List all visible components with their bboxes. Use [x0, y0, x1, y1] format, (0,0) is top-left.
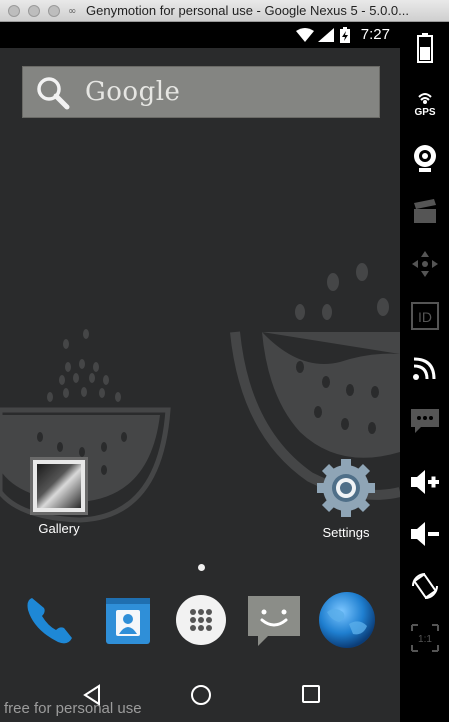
settings-gear-icon: [317, 459, 375, 517]
minimize-window-button[interactable]: [28, 5, 40, 17]
settings-app[interactable]: Settings: [300, 457, 392, 540]
home-icon[interactable]: [190, 684, 212, 706]
sms-icon: [410, 409, 439, 433]
app-drawer-icon: [176, 595, 226, 645]
id-tool[interactable]: ID: [400, 296, 449, 336]
gallery-app[interactable]: Gallery: [14, 457, 104, 536]
google-search-bar[interactable]: Google: [22, 66, 380, 118]
webcam-tool[interactable]: [400, 138, 449, 178]
dpad-icon: [411, 251, 438, 277]
close-window-button[interactable]: [8, 5, 20, 17]
phone-app[interactable]: [20, 590, 80, 650]
scale-icon: 1:1: [410, 624, 439, 652]
screencast-tool[interactable]: [400, 192, 449, 232]
id-icon: ID: [410, 302, 439, 330]
android-screen[interactable]: 7:27 Google Gallery Settings free for pe…: [0, 22, 400, 722]
rotate-icon: [411, 573, 438, 599]
gallery-label: Gallery: [38, 521, 80, 536]
volume-down-icon: [410, 522, 439, 546]
signal-icon: [318, 28, 334, 42]
favorites-dock: [0, 590, 400, 656]
scale-label: 1:1: [418, 634, 432, 645]
network-tool[interactable]: [400, 348, 449, 388]
screencast-icon: [413, 199, 436, 223]
app-link-icon: ∞: [68, 6, 77, 17]
recents-icon[interactable]: [301, 684, 321, 704]
settings-label: Settings: [322, 525, 370, 540]
volume-up-icon: [410, 470, 439, 494]
gps-tool[interactable]: GPS: [400, 82, 449, 122]
status-bar[interactable]: 7:27: [0, 22, 400, 48]
gallery-icon: [30, 457, 88, 515]
genymotion-toolbar: GPS ID 1:1: [400, 22, 449, 722]
messaging-icon: [248, 596, 300, 646]
gps-icon: GPS: [414, 93, 435, 117]
dpad-tool[interactable]: [400, 244, 449, 284]
page-indicator: [198, 564, 205, 571]
battery-icon: [416, 33, 433, 63]
search-icon: [37, 77, 70, 110]
window-titlebar: ∞ Genymotion for personal use - Google N…: [0, 0, 449, 22]
contacts-app[interactable]: [98, 590, 158, 650]
webcam-icon: [413, 145, 436, 172]
volume-down-tool[interactable]: [400, 514, 449, 554]
window-title: Genymotion for personal use - Google Nex…: [86, 3, 410, 18]
messaging-app[interactable]: [244, 590, 304, 650]
search-label: Google: [85, 77, 181, 107]
rotate-tool[interactable]: [400, 566, 449, 606]
status-time: 7:27: [360, 26, 390, 43]
battery-charging-icon: [340, 27, 350, 43]
browser-app[interactable]: [317, 590, 377, 650]
contacts-icon: [106, 598, 150, 644]
scale-tool[interactable]: 1:1: [400, 618, 449, 658]
network-icon: [412, 357, 435, 380]
browser-icon: [319, 592, 375, 648]
app-drawer-button[interactable]: [171, 590, 231, 650]
sms-tool[interactable]: [400, 400, 449, 440]
wifi-icon: [296, 28, 314, 42]
personal-use-watermark: free for personal use: [4, 700, 142, 717]
volume-up-tool[interactable]: [400, 462, 449, 502]
id-label: ID: [418, 309, 432, 325]
phone-icon: [27, 598, 72, 644]
battery-tool[interactable]: [400, 28, 449, 68]
zoom-window-button[interactable]: [48, 5, 60, 17]
gps-label: GPS: [414, 107, 435, 117]
